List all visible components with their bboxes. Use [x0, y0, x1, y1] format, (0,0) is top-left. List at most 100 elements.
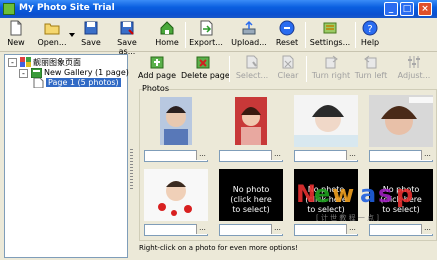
- settings-button[interactable]: Settings...: [309, 20, 351, 50]
- open-button-label: Open...: [37, 38, 67, 47]
- collapse-toggle[interactable]: -: [19, 69, 28, 78]
- svg-text:w: w: [332, 180, 354, 208]
- help-button-label: Help: [360, 38, 380, 47]
- home-button-label: Home: [155, 38, 179, 47]
- main-toolbar: New Open... Save Save as... Home Export.…: [0, 18, 437, 56]
- adjust-icon: [408, 56, 420, 68]
- collapse-toggle[interactable]: -: [8, 58, 17, 67]
- maximize-button[interactable]: □: [400, 2, 414, 16]
- adjust-button[interactable]: Adjust...: [395, 54, 433, 84]
- hint-text: Right-click on a photo for even more opt…: [139, 244, 298, 252]
- clear-label: Clear: [277, 71, 299, 80]
- svg-text:a: a: [360, 180, 376, 208]
- reset-button[interactable]: Reset: [274, 20, 300, 50]
- caption-edit-button[interactable]: ...: [271, 224, 283, 234]
- turn-left-button[interactable]: Turn left: [353, 54, 389, 84]
- caption-edit-button-wrap: ...: [144, 224, 208, 236]
- toolbar-separator: [306, 56, 307, 82]
- clear-icon: [282, 55, 294, 69]
- open-folder-icon: [44, 23, 60, 35]
- select-button[interactable]: Select...: [235, 54, 269, 84]
- home-button[interactable]: Home: [154, 20, 180, 50]
- export-button-label: Export...: [189, 38, 223, 47]
- new-button[interactable]: New: [4, 20, 28, 50]
- page-icon: [33, 78, 44, 88]
- caption-edit-button[interactable]: ...: [421, 150, 433, 160]
- add-page-label: Add page: [137, 71, 176, 80]
- help-button[interactable]: ? Help: [360, 20, 380, 50]
- site-icon: [20, 57, 31, 67]
- home-icon: [160, 21, 174, 35]
- watermark-subtitle: [ 计 世 教 程 一 点 ]: [316, 214, 380, 222]
- caption-edit-button[interactable]: ...: [346, 150, 358, 160]
- minimize-button[interactable]: _: [384, 2, 398, 16]
- portrait-photo-icon[interactable]: [294, 95, 358, 147]
- gallery-tree[interactable]: - 靓丽图象页面 - New Gallery (1 page) Page 1 (…: [4, 54, 129, 258]
- portrait-photo-icon[interactable]: [144, 169, 208, 221]
- svg-text:s: s: [378, 180, 392, 208]
- close-button[interactable]: ×: [418, 2, 432, 16]
- tree-root-label: 靓丽图象页面: [33, 58, 81, 67]
- delete-page-button[interactable]: Delete page: [181, 54, 230, 84]
- caption-edit-button-wrap: ...: [294, 224, 358, 236]
- delete-page-label: Delete page: [181, 71, 230, 80]
- export-button[interactable]: Export...: [188, 20, 224, 50]
- no-photo-line-1: No photo: [232, 185, 270, 194]
- toolbar-separator: [229, 56, 230, 82]
- turn-left-icon: [364, 55, 377, 69]
- svg-text:p: p: [396, 180, 413, 208]
- title-bar[interactable]: My Photo Site Trial _ □ ×: [0, 0, 437, 18]
- save-as-icon: [120, 21, 134, 35]
- caption-edit-button-wrap: ...: [219, 224, 283, 236]
- watermark-logo: N e w a s p: [296, 180, 413, 208]
- tree-gallery-label: New Gallery (1 page): [44, 68, 129, 77]
- adjust-label: Adjust...: [397, 71, 431, 80]
- save-as-button[interactable]: Save as...: [108, 20, 146, 56]
- turn-left-label: Turn left: [354, 71, 388, 80]
- toolbar-separator: [355, 22, 356, 48]
- toolbar-separator: [305, 22, 306, 48]
- portrait-photo-icon[interactable]: [144, 95, 208, 147]
- clear-button[interactable]: Clear: [274, 54, 302, 84]
- open-button[interactable]: Open...: [34, 20, 70, 50]
- save-disk-icon: [84, 21, 98, 35]
- save-button-label: Save: [81, 38, 101, 47]
- settings-icon: [323, 22, 337, 34]
- caption-edit-button[interactable]: ...: [196, 224, 208, 234]
- portrait-photo-icon[interactable]: [219, 95, 283, 147]
- app-window: My Photo Site Trial _ □ × New Open... Sa…: [0, 0, 437, 260]
- no-photo-line-2: (click here: [230, 195, 272, 204]
- gallery-book-icon: [31, 68, 42, 78]
- chevron-down-icon: [69, 33, 75, 37]
- new-button-label: New: [7, 38, 25, 47]
- export-icon: [200, 20, 213, 36]
- splitter-grip[interactable]: [130, 149, 133, 189]
- add-page-icon: [150, 56, 164, 69]
- turn-right-button[interactable]: Turn right: [311, 54, 351, 84]
- help-icon: ?: [362, 20, 378, 36]
- caption-edit-button[interactable]: ...: [196, 150, 208, 160]
- upload-button-label: Upload...: [231, 38, 267, 47]
- caption-edit-button-wrap: ...: [369, 224, 433, 236]
- new-page-icon: [10, 20, 22, 36]
- toolbar-separator: [185, 22, 186, 48]
- upload-icon: [242, 20, 256, 35]
- save-button[interactable]: Save: [80, 20, 102, 50]
- svg-text:?: ?: [367, 24, 372, 35]
- no-photo-placeholder[interactable]: No photo (click here to select): [219, 169, 283, 221]
- turn-right-icon: [325, 55, 338, 69]
- reset-icon: [279, 20, 295, 36]
- caption-edit-button[interactable]: ...: [421, 224, 433, 234]
- turn-right-label: Turn right: [311, 71, 351, 80]
- caption-edit-button-wrap: ...: [369, 150, 433, 162]
- app-icon: [3, 3, 15, 15]
- portrait-photo-icon[interactable]: [369, 95, 433, 147]
- add-page-button[interactable]: Add page: [137, 54, 177, 84]
- caption-edit-button[interactable]: ...: [346, 224, 358, 234]
- window-title: My Photo Site Trial: [19, 3, 115, 13]
- upload-button[interactable]: Upload...: [230, 20, 268, 50]
- settings-button-label: Settings...: [309, 38, 351, 47]
- caption-edit-button[interactable]: ...: [271, 150, 283, 160]
- caption-edit-button-wrap: ...: [294, 150, 358, 162]
- reset-button-label: Reset: [275, 38, 299, 47]
